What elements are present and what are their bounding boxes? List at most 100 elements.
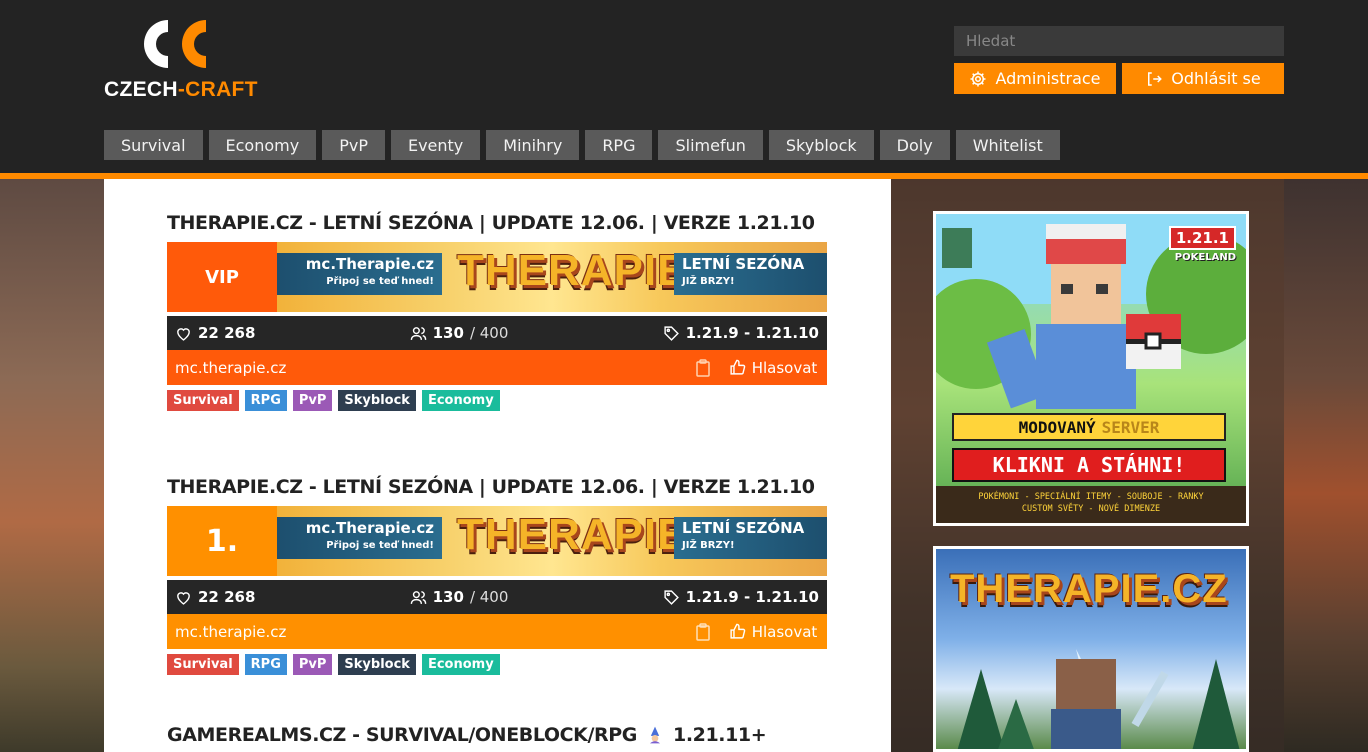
banner-season-title: LETNÍ SEZÓNA [682, 519, 805, 537]
server-stats: 22 268 130 / 400 1.21.9 - 1.21.10 [167, 316, 827, 350]
thumbs-up-icon [730, 359, 745, 375]
category-nav: Survival Economy PvP Eventy Minihry RPG … [104, 130, 1060, 160]
gear-icon [970, 71, 986, 86]
tag-skyblock[interactable]: Skyblock [338, 390, 416, 411]
server-title[interactable]: THERAPIE.CZ - LETNÍ SEZÓNA | UPDATE 12.0… [167, 474, 827, 500]
banner-season-sub: JIŽ BRZY! [682, 276, 735, 287]
server-title-text: GAMEREALMS.CZ - SURVIVAL/ONEBLOCK/RPG [167, 724, 637, 746]
tag-economy[interactable]: Economy [421, 390, 500, 411]
tab-eventy[interactable]: Eventy [390, 130, 481, 160]
players-online: 130 [432, 588, 464, 606]
clipboard-icon[interactable] [695, 623, 711, 641]
tab-survival[interactable]: Survival [104, 130, 203, 160]
vote-row: mc.therapie.cz Hlasovat [167, 350, 827, 385]
players-max: / 400 [469, 588, 509, 606]
server-stats: 22 268 130 / 400 1.21.9 - 1.21.10 [167, 580, 827, 614]
players-stat: 130 / 400 [410, 324, 509, 342]
users-icon [410, 326, 426, 340]
ad-image: 1.21.1 POKELAND MODOVANÝ SERVER KLIKNI A… [936, 214, 1246, 523]
likes-stat: 22 268 [175, 324, 255, 342]
tag-survival[interactable]: Survival [167, 390, 239, 411]
sidebar-ads: 1.21.1 POKELAND MODOVANÝ SERVER KLIKNI A… [891, 179, 1284, 752]
tag-pvp[interactable]: PvP [292, 654, 333, 675]
logo-text: CZECH-CRAFT [104, 78, 258, 101]
tag-rpg[interactable]: RPG [244, 390, 287, 411]
ad-headline-sub: SERVER [1101, 417, 1160, 437]
administration-label: Administrace [995, 69, 1101, 88]
logout-button[interactable]: Odhlásit se [1122, 63, 1284, 94]
ad-banner-pokeland[interactable]: 1.21.1 POKELAND MODOVANÝ SERVER KLIKNI A… [933, 211, 1249, 526]
tag-skyblock[interactable]: Skyblock [338, 654, 416, 675]
heart-icon [177, 327, 190, 341]
ad-banner-therapie[interactable]: THERAPIE.CZ [933, 546, 1249, 752]
server-banner[interactable]: 1. mc.Therapie.cz Připoj se teď hned! TH… [167, 506, 827, 576]
tag-survival[interactable]: Survival [167, 654, 239, 675]
version-stat: 1.21.9 - 1.21.10 [663, 588, 819, 606]
server-tags: Survival RPG PvP Skyblock Economy [167, 390, 827, 411]
ad-cta: KLIKNI A STÁHNI! [952, 448, 1226, 482]
version-stat: 1.21.9 - 1.21.10 [663, 324, 819, 342]
banner-subtitle: Připoj se teď hned! [326, 540, 434, 551]
tag-pvp[interactable]: PvP [292, 390, 333, 411]
players-stat: 130 / 400 [410, 588, 509, 606]
tab-doly[interactable]: Doly [879, 130, 950, 160]
brand-label: POKELAND [1174, 252, 1236, 263]
banner-season-box: LETNÍ SEZÓNA JIŽ BRZY! [674, 253, 827, 295]
banner-subtitle: Připoj se teď hned! [326, 276, 434, 287]
tag-icon [664, 325, 679, 341]
server-card: THERAPIE.CZ - LETNÍ SEZÓNA | UPDATE 12.0… [167, 474, 827, 675]
site-logo[interactable]: CZECH-CRAFT [104, 16, 274, 102]
tab-economy[interactable]: Economy [208, 130, 317, 160]
tag-economy[interactable]: Economy [421, 654, 500, 675]
tab-whitelist[interactable]: Whitelist [955, 130, 1060, 160]
server-address[interactable]: mc.therapie.cz [167, 614, 719, 649]
rank-badge: 1. [167, 506, 277, 576]
banner-address: mc.Therapie.cz [305, 519, 434, 537]
heart-icon [177, 591, 190, 605]
likes-count: 22 268 [198, 324, 256, 342]
version-badge: 1.21.1 [1168, 226, 1236, 250]
banner-image: mc.Therapie.cz Připoj se teď hned! THERA… [277, 506, 827, 576]
tab-rpg[interactable]: RPG [585, 130, 653, 160]
forest-scene-illustration [957, 649, 1240, 749]
server-address[interactable]: mc.therapie.cz [167, 350, 719, 385]
vote-button[interactable]: Hlasovat [719, 614, 827, 649]
tab-skyblock[interactable]: Skyblock [768, 130, 874, 160]
likes-stat: 22 268 [175, 588, 255, 606]
logo-mark-icon [144, 20, 206, 68]
background-left [0, 178, 104, 752]
tab-slimefun[interactable]: Slimefun [658, 130, 763, 160]
banner-season-box: LETNÍ SEZÓNA JIŽ BRZY! [674, 517, 827, 559]
server-banner[interactable]: VIP mc.Therapie.cz Připoj se teď hned! T… [167, 242, 827, 312]
vote-button[interactable]: Hlasovat [719, 350, 827, 385]
site-header: CZECH-CRAFT Administrace Odhlásit se Sur… [0, 0, 1368, 173]
tag-rpg[interactable]: RPG [244, 654, 287, 675]
server-title[interactable]: GAMEREALMS.CZ - SURVIVAL/ONEBLOCK/RPG 1.… [167, 722, 827, 748]
server-title-version: 1.21.11+ [673, 724, 767, 746]
server-card: GAMEREALMS.CZ - SURVIVAL/ONEBLOCK/RPG 1.… [167, 722, 827, 748]
server-list: THERAPIE.CZ - LETNÍ SEZÓNA | UPDATE 12.0… [104, 179, 891, 752]
clipboard-icon[interactable] [695, 359, 711, 377]
players-max: / 400 [469, 324, 509, 342]
server-address-text: mc.therapie.cz [175, 622, 287, 641]
likes-count: 22 268 [198, 588, 256, 606]
tab-pvp[interactable]: PvP [322, 130, 385, 160]
administration-button[interactable]: Administrace [954, 63, 1116, 94]
ad-features-line1: POKÉMONI - SPECIÁLNÍ ITEMY - SOUBOJE - R… [978, 492, 1204, 502]
banner-image: mc.Therapie.cz Připoj se teď hned! THERA… [277, 242, 827, 312]
server-card: THERAPIE.CZ - LETNÍ SEZÓNA | UPDATE 12.0… [167, 210, 827, 411]
thumbs-up-icon [730, 623, 745, 639]
server-address-text: mc.therapie.cz [175, 358, 287, 377]
search-input[interactable] [954, 26, 1284, 56]
vote-row: mc.therapie.cz Hlasovat [167, 614, 827, 649]
ad-features: POKÉMONI - SPECIÁLNÍ ITEMY - SOUBOJE - R… [936, 486, 1246, 523]
server-tags: Survival RPG PvP Skyblock Economy [167, 654, 827, 675]
banner-logo: THERAPIE [457, 510, 688, 559]
server-title[interactable]: THERAPIE.CZ - LETNÍ SEZÓNA | UPDATE 12.0… [167, 210, 827, 236]
background-right [1284, 178, 1368, 752]
ad-features-line2: CUSTOM SVĚTY - NOVÉ DIMENZE [1021, 504, 1161, 514]
tab-minihry[interactable]: Minihry [486, 130, 580, 160]
logout-icon [1148, 71, 1163, 86]
players-online: 130 [432, 324, 464, 342]
wizard-icon [650, 726, 660, 744]
